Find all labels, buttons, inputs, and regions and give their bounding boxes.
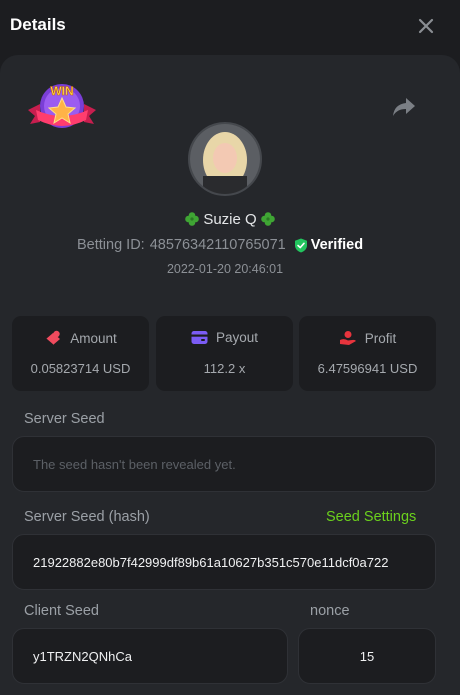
- profit-card: Profit 6.47596941 USD: [299, 316, 436, 391]
- bet-timestamp: 2022-01-20 20:46:01: [166, 262, 284, 276]
- win-badge-text: WIN: [50, 84, 73, 98]
- share-icon[interactable]: [392, 96, 416, 118]
- clover-icon: [260, 212, 275, 226]
- server-seed-hash-label: Server Seed (hash): [24, 509, 150, 525]
- verified-badge: Verified: [294, 237, 363, 253]
- avatar-image: [190, 124, 260, 194]
- payout-label: Payout: [215, 330, 259, 345]
- server-seed-label: Server Seed: [24, 411, 105, 427]
- profit-label: Profit: [364, 330, 397, 346]
- win-badge-icon: WIN: [28, 84, 96, 128]
- seed-settings-link[interactable]: Seed Settings: [326, 509, 416, 525]
- nonce-label: nonce: [310, 603, 350, 619]
- server-seed-hash-value: 21922882e80b7f42999df89b61a10627b351c570…: [33, 554, 389, 570]
- client-seed-value: y1TRZN2QNhCa: [33, 648, 132, 664]
- server-seed-field: The seed hasn't been revealed yet.: [12, 436, 436, 492]
- username-row: Suzie Q: [0, 208, 460, 230]
- profit-hand-icon: [339, 331, 356, 345]
- amount-card: Amount 0.05823714 USD: [12, 316, 149, 391]
- nonce-value: 15: [359, 648, 375, 664]
- page-title: Details: [10, 15, 66, 34]
- betting-id-row: Betting ID: 48576342110765071 Verified: [77, 235, 363, 255]
- betting-id-label: Betting ID:: [77, 237, 145, 253]
- avatar: [188, 122, 262, 196]
- amount-value: 0.05823714 USD: [30, 361, 131, 376]
- server-seed-placeholder: The seed hasn't been revealed yet.: [33, 456, 236, 472]
- payout-card: Payout 112.2 x: [156, 316, 293, 391]
- amount-label: Amount: [70, 330, 117, 346]
- close-icon[interactable]: [414, 14, 438, 38]
- details-header: Details: [0, 0, 460, 52]
- server-seed-hash-field[interactable]: 21922882e80b7f42999df89b61a10627b351c570…: [12, 534, 436, 590]
- wallet-card-icon: [191, 331, 208, 344]
- clover-icon: [185, 212, 200, 226]
- client-seed-label: Client Seed: [24, 603, 99, 619]
- verified-shield-icon: [294, 238, 307, 252]
- username[interactable]: Suzie Q: [203, 211, 256, 228]
- payout-value: 112.2 x: [203, 361, 246, 376]
- betting-id-value: 48576342110765071: [149, 237, 286, 253]
- bet-chip-icon: [45, 330, 61, 346]
- verified-label: Verified: [310, 237, 364, 253]
- client-seed-field[interactable]: y1TRZN2QNhCa: [12, 628, 288, 684]
- profit-value: 6.47596941 USD: [317, 361, 418, 376]
- nonce-field[interactable]: 15: [298, 628, 436, 684]
